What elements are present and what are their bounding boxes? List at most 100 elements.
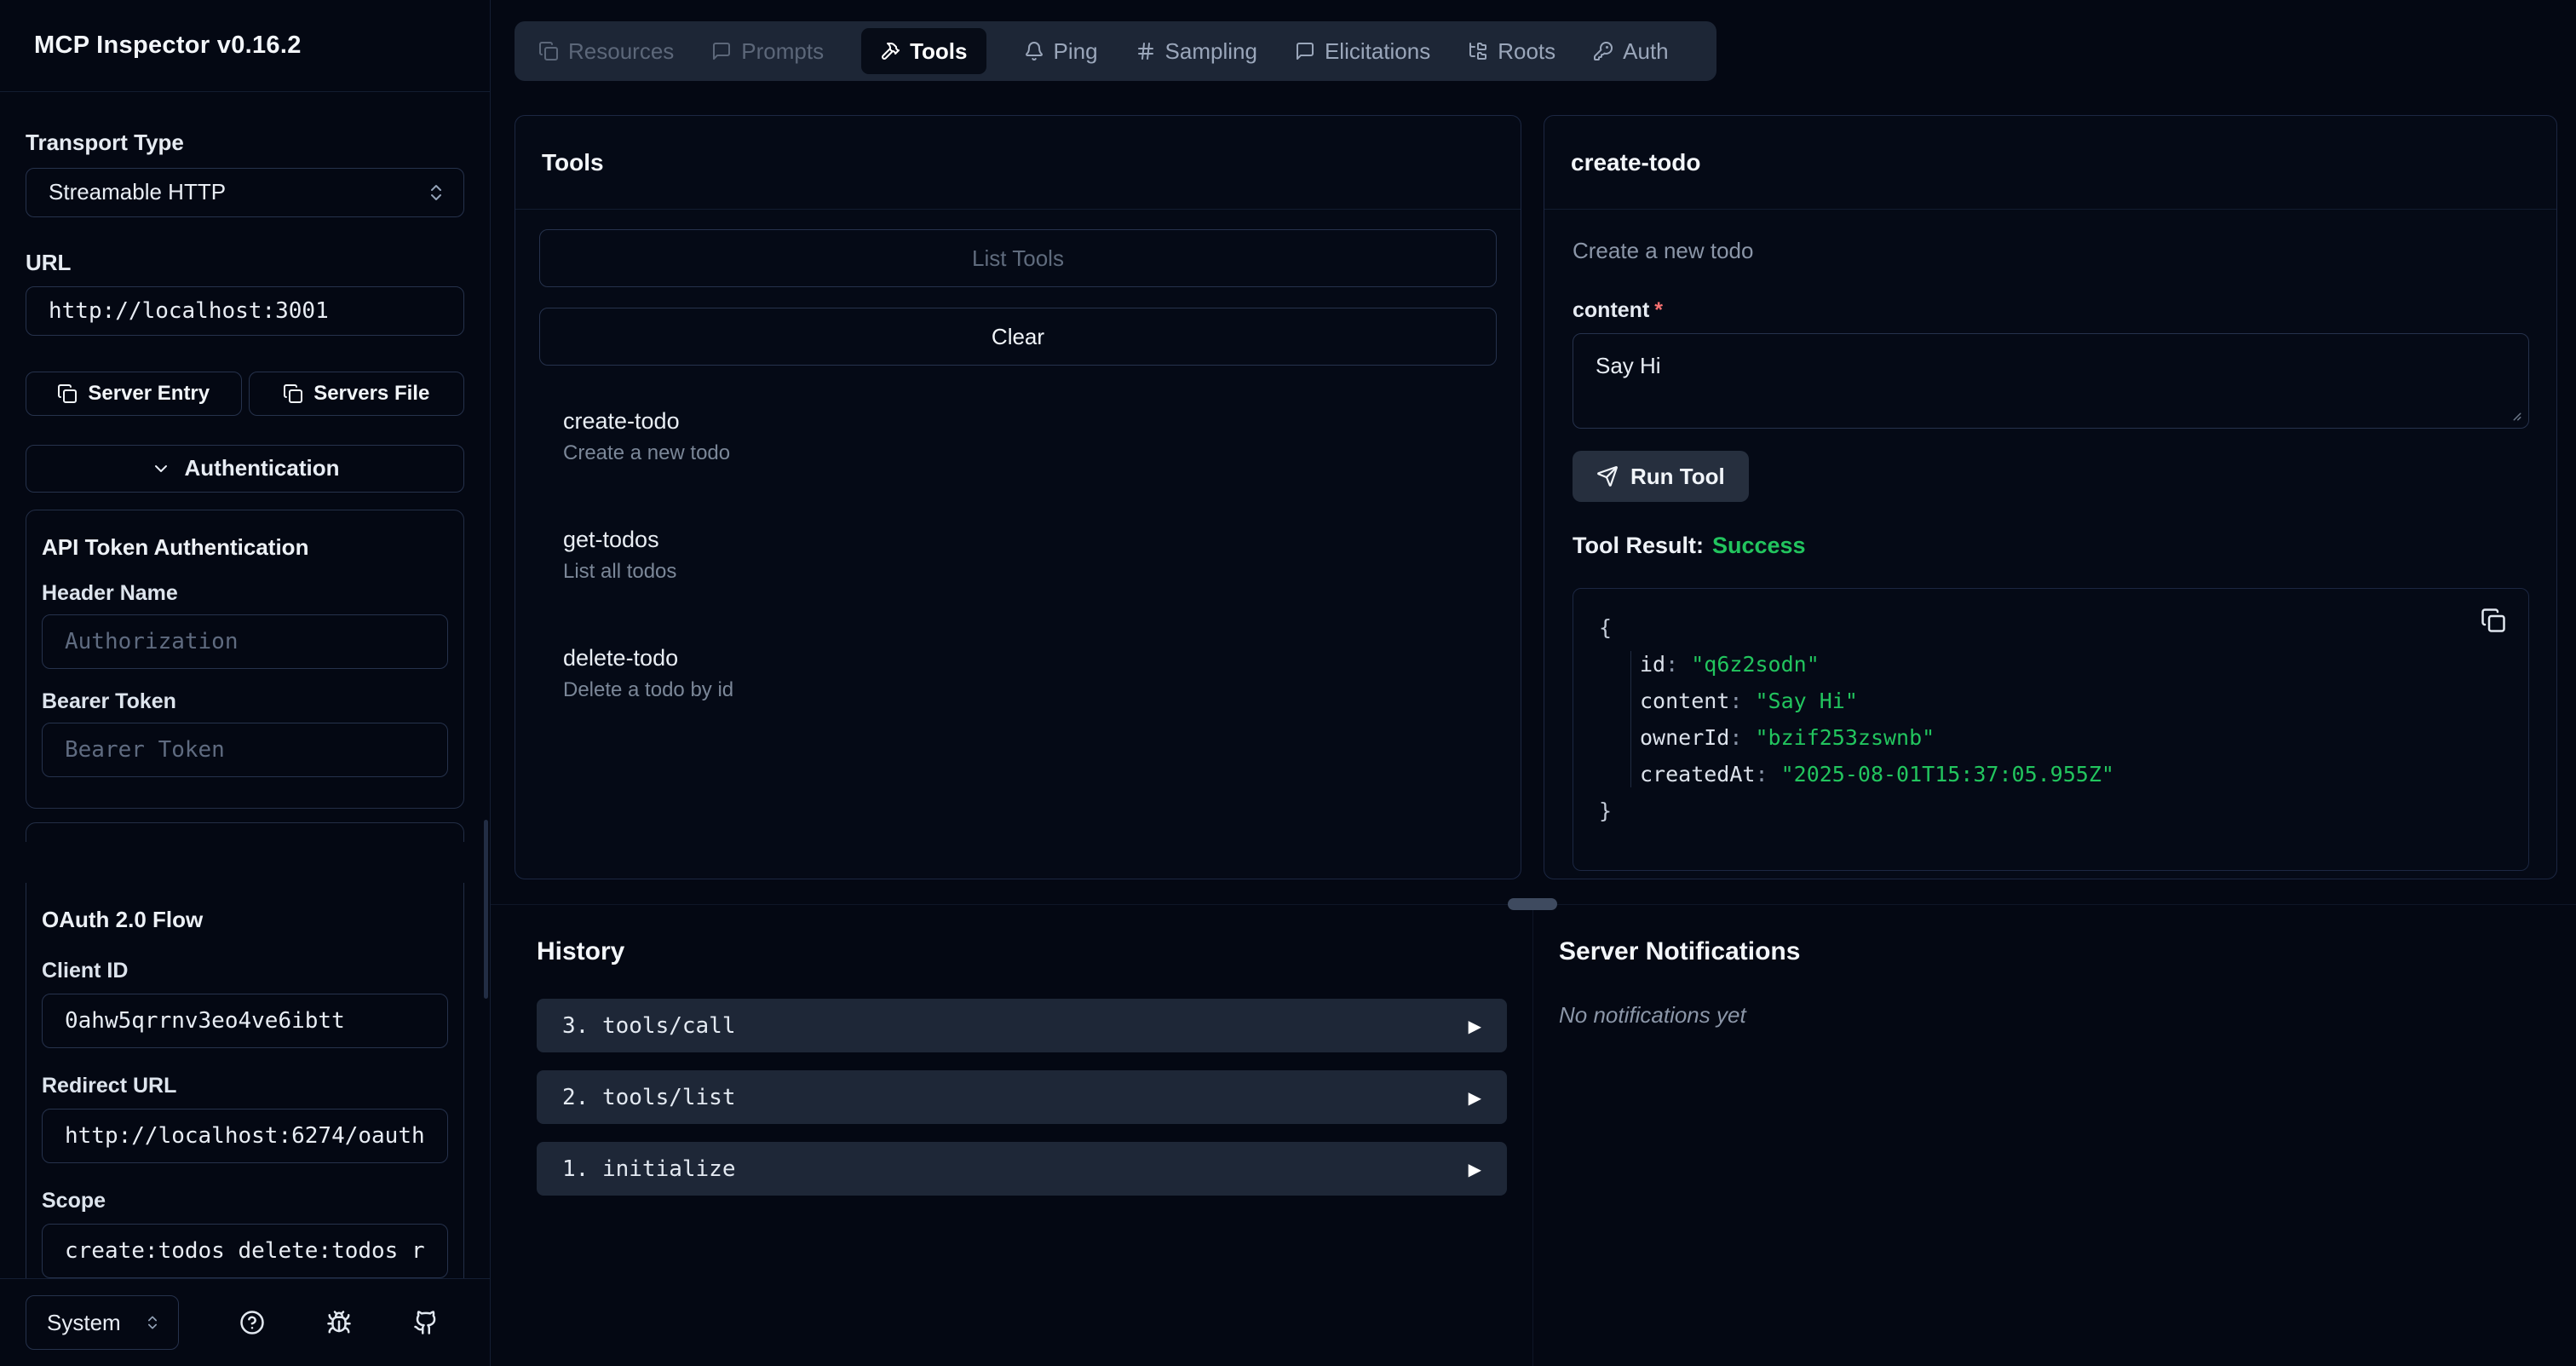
servers-file-button[interactable]: Servers File [249,372,465,416]
url-label: URL [26,250,464,276]
list-item[interactable]: get-todos List all todos [563,527,1497,584]
tab-prompts[interactable]: Prompts [711,38,824,65]
tool-detail-panel: create-todo Create a new todo content* S… [1544,115,2557,879]
tab-tools[interactable]: Tools [861,28,986,74]
server-entry-label: Server Entry [88,382,210,406]
tool-result-line: Tool Result:Success [1573,533,2529,559]
content-textarea[interactable]: Say Hi [1573,333,2529,429]
tab-elicitations[interactable]: Elicitations [1295,38,1430,65]
chevrons-up-down-icon [144,1314,161,1331]
url-input[interactable] [49,298,441,324]
collapsed-card-edge [26,822,464,842]
server-notifications-title: Server Notifications [1559,937,2576,966]
list-item[interactable]: delete-todo Delete a todo by id [563,645,1497,702]
client-id-input[interactable] [65,1008,425,1034]
header-name-input[interactable] [65,629,425,654]
api-token-auth-card: API Token Authentication Header Name Bea… [26,510,464,809]
history-entry-label: 1. initialize [562,1156,736,1182]
content-textarea-wrap: Say Hi [1573,333,2529,429]
resize-grip-icon[interactable] [2507,406,2522,422]
json-key: createdAt [1640,762,1755,787]
scope-input-wrap [42,1224,448,1278]
json-value: "bzif253zswnb" [1755,725,1935,750]
json-colon: : [1665,652,1678,677]
tool-name: delete-todo [563,645,1497,671]
server-entry-button[interactable]: Server Entry [26,372,242,416]
tool-detail-header: create-todo [1544,116,2556,210]
json-value: "2025-08-01T15:37:05.955Z" [1781,762,2114,787]
transport-type-label: Transport Type [26,130,464,156]
redirect-url-input[interactable] [65,1123,425,1149]
chevron-down-icon [151,458,171,479]
folder-tree-icon [1468,41,1488,61]
history-entry-label: 2. tools/list [562,1085,736,1110]
required-marker: * [1654,298,1663,322]
bearer-token-input[interactable] [65,737,425,763]
client-id-label: Client ID [42,959,448,983]
list-tools-button[interactable]: List Tools [539,229,1497,287]
json-colon: : [1729,725,1742,750]
tools-panel-header: Tools [515,116,1521,210]
hammer-icon [880,41,900,61]
tab-resources[interactable]: Resources [538,38,674,65]
bug-icon[interactable] [326,1310,352,1335]
tool-name: get-todos [563,527,1497,552]
tools-panel-body: List Tools Clear create-todo Create a ne… [515,210,1521,702]
chevrons-up-down-icon [426,182,446,203]
help-icon[interactable] [239,1310,265,1335]
tab-sampling[interactable]: Sampling [1136,38,1257,65]
history-entry-initialize[interactable]: 1. initialize ▶ [537,1142,1507,1196]
clear-button[interactable]: Clear [539,308,1497,366]
tabbar: Resources Prompts Tools [515,21,1716,81]
github-icon[interactable] [413,1310,439,1335]
tab-auth[interactable]: Auth [1593,38,1669,65]
tool-description: Delete a todo by id [563,678,1497,702]
tools-panel-title: Tools [542,149,604,176]
authentication-toggle[interactable]: Authentication [26,445,464,493]
bell-icon [1024,41,1044,61]
list-item[interactable]: create-todo Create a new todo [563,408,1497,465]
tab-auth-label: Auth [1623,38,1669,65]
sidebar-header: MCP Inspector v0.16.2 [0,0,490,92]
tool-description: Create a new todo [563,441,1497,465]
tab-roots[interactable]: Roots [1468,38,1555,65]
server-notifications-panel: Server Notifications No notifications ye… [1533,910,2576,1366]
sidebar-scroll-area[interactable]: Transport Type Streamable HTTP URL Serve… [0,92,490,1278]
json-entries: id: "q6z2sodn" content: "Say Hi" ownerId… [1599,646,2503,793]
oauth-flow-section: OAuth 2.0 Flow Client ID Redirect URL Sc… [26,883,464,1278]
transport-type-select[interactable]: Streamable HTTP [26,168,464,217]
top-panels-row: Tools List Tools Clear create-todo Creat… [491,115,2576,879]
json-key: content [1640,689,1729,713]
server-buttons-row: Server Entry Servers File [26,372,464,416]
footer-icons [239,1310,439,1335]
history-entry-tools-call[interactable]: 3. tools/call ▶ [537,999,1507,1052]
notifications-empty-message: No notifications yet [1559,1002,2576,1029]
app-title: MCP Inspector v0.16.2 [34,32,302,60]
key-icon [1593,41,1613,61]
expand-arrow-icon: ▶ [1469,1087,1481,1108]
tab-tools-label: Tools [910,38,967,65]
status-badge: Success [1712,533,1806,558]
send-icon [1596,465,1619,487]
split-drag-handle[interactable] [1508,898,1557,910]
json-value: "q6z2sodn" [1691,652,1820,677]
bottom-panels-row: History 3. tools/call ▶ 2. tools/list ▶ … [491,910,2576,1366]
scope-label: Scope [42,1189,448,1213]
main-area: Resources Prompts Tools [491,0,2576,1366]
json-line: content: "Say Hi" [1640,683,2503,719]
transport-type-value: Streamable HTTP [49,179,226,205]
history-entry-tools-list[interactable]: 2. tools/list ▶ [537,1070,1507,1124]
theme-select[interactable]: System [26,1295,179,1350]
tab-roots-label: Roots [1498,38,1555,65]
tool-detail-title: create-todo [1571,149,1700,176]
api-token-auth-title: API Token Authentication [42,534,448,561]
authentication-toggle-label: Authentication [185,455,340,481]
copy-icon [283,383,303,404]
tabbar-row: Resources Prompts Tools [491,0,2576,81]
run-tool-button[interactable]: Run Tool [1573,451,1749,502]
json-key: ownerId [1640,725,1729,750]
scope-input[interactable] [65,1238,425,1264]
history-list: 3. tools/call ▶ 2. tools/list ▶ 1. initi… [537,999,1507,1196]
tab-ping[interactable]: Ping [1024,38,1098,65]
copy-icon[interactable] [2481,608,2506,633]
